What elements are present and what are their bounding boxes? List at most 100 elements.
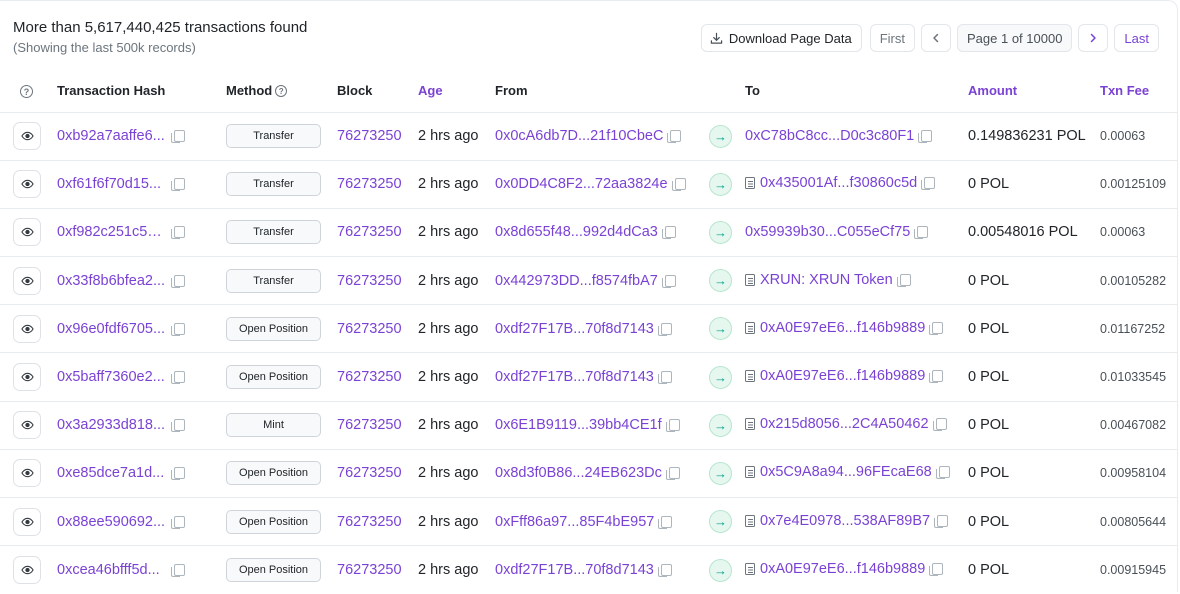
transaction-hash-link[interactable]: 0x33f8b6bfea2... — [57, 273, 167, 289]
col-age[interactable]: Age — [418, 69, 495, 113]
block-link[interactable]: 76273250 — [337, 417, 402, 433]
copy-icon[interactable] — [665, 419, 680, 433]
copy-icon[interactable] — [929, 321, 944, 335]
copy-icon[interactable] — [935, 466, 950, 480]
from-address-link[interactable]: 0x6E1B9119...39bb4CE1f — [495, 417, 662, 433]
from-address-link[interactable]: 0x442973DD...f8574fbA7 — [495, 273, 658, 289]
transaction-hash-link[interactable]: 0xb92a7aaffe6... — [57, 128, 167, 144]
copy-icon[interactable] — [929, 370, 944, 384]
copy-icon[interactable] — [934, 514, 949, 528]
copy-icon[interactable] — [171, 467, 185, 481]
to-address-link[interactable]: 0xA0E97eE6...f146b9889 — [760, 561, 925, 577]
summary: More than 5,617,440,425 transactions fou… — [13, 19, 307, 56]
transaction-hash-link[interactable]: 0x96e0fdf6705... — [57, 321, 167, 337]
from-address-link[interactable]: 0xdf27F17B...70f8d7143 — [495, 321, 654, 337]
copy-icon[interactable] — [657, 322, 672, 336]
arrow-right-icon: → — [709, 317, 732, 341]
prev-page-button[interactable] — [921, 24, 951, 52]
copy-icon[interactable] — [932, 418, 947, 432]
copy-icon[interactable] — [171, 419, 185, 433]
to-address-link[interactable]: 0xA0E97eE6...f146b9889 — [760, 320, 925, 336]
copy-icon[interactable] — [171, 371, 185, 385]
amount-cell: 0 POL — [968, 401, 1100, 450]
copy-icon[interactable] — [914, 226, 929, 240]
copy-icon[interactable] — [918, 130, 933, 144]
to-address-link[interactable]: 0x7e4E0978...538AF89B7 — [760, 513, 930, 529]
copy-icon[interactable] — [171, 178, 185, 192]
block-link[interactable]: 76273250 — [337, 514, 402, 530]
first-page-button[interactable]: First — [869, 24, 915, 52]
last-page-button[interactable]: Last — [1114, 24, 1159, 52]
copy-icon[interactable] — [171, 515, 185, 529]
copy-icon[interactable] — [661, 226, 676, 240]
transaction-hash-link[interactable]: 0x88ee590692... — [57, 514, 167, 530]
transaction-hash-link[interactable]: 0xe85dce7a1d... — [57, 465, 167, 481]
view-details-button[interactable] — [13, 459, 41, 488]
copy-icon[interactable] — [657, 564, 672, 578]
col-txn-fee[interactable]: Txn Fee — [1100, 69, 1178, 113]
method-badge: Open Position — [226, 316, 321, 341]
method-badge: Transfer — [226, 124, 321, 149]
view-details-button[interactable] — [13, 218, 41, 247]
view-details-button[interactable] — [13, 363, 41, 392]
copy-icon[interactable] — [171, 274, 185, 288]
view-details-button[interactable] — [13, 411, 41, 440]
view-details-button[interactable] — [13, 122, 41, 151]
view-details-button[interactable] — [13, 314, 41, 343]
table-row: 0xf982c251c57... Transfer 76273250 2 hrs ag… — [0, 208, 1178, 258]
copy-icon[interactable] — [171, 564, 185, 578]
arrow-right-icon: → — [709, 124, 732, 148]
view-details-button[interactable] — [13, 266, 41, 295]
col-amount[interactable]: Amount — [968, 69, 1100, 113]
from-address-link[interactable]: 0x8d655f48...992d4dCa3 — [495, 224, 658, 240]
next-page-button[interactable] — [1078, 24, 1109, 52]
from-address-link[interactable]: 0x8d3f0B86...24EB623Dc — [495, 465, 662, 481]
copy-icon[interactable] — [929, 563, 944, 577]
transaction-hash-link[interactable]: 0x5baff7360e2... — [57, 369, 167, 385]
block-link[interactable]: 76273250 — [337, 369, 402, 385]
block-link[interactable]: 76273250 — [337, 321, 402, 337]
copy-icon[interactable] — [171, 130, 185, 144]
view-details-button[interactable] — [13, 170, 41, 199]
copy-icon[interactable] — [671, 178, 686, 192]
block-link[interactable]: 76273250 — [337, 273, 402, 289]
help-icon[interactable]: ? — [20, 85, 33, 98]
to-address-link[interactable]: 0x215d8056...2C4A50462 — [760, 416, 929, 432]
copy-icon[interactable] — [171, 322, 185, 336]
copy-icon[interactable] — [665, 467, 680, 481]
transaction-hash-link[interactable]: 0x3a2933d818... — [57, 417, 167, 433]
amount-cell: 0 POL — [968, 497, 1100, 547]
view-details-button[interactable] — [13, 556, 41, 585]
block-link[interactable]: 76273250 — [337, 128, 402, 144]
to-address-link[interactable]: 0x59939b30...C055eCf75 — [745, 224, 910, 240]
copy-icon[interactable] — [171, 226, 185, 240]
transaction-hash-link[interactable]: 0xf982c251c57... — [57, 224, 167, 240]
copy-icon[interactable] — [921, 177, 936, 191]
copy-icon[interactable] — [657, 371, 672, 385]
transaction-hash-link[interactable]: 0xf61f6f70d15... — [57, 176, 167, 192]
from-address-link[interactable]: 0x0DD4C8F2...72aa3824e — [495, 176, 668, 192]
to-address-link[interactable]: 0xA0E97eE6...f146b9889 — [760, 368, 925, 384]
view-details-button[interactable] — [13, 507, 41, 536]
from-address-link[interactable]: 0xdf27F17B...70f8d7143 — [495, 369, 654, 385]
copy-icon[interactable] — [658, 515, 673, 529]
from-address-link[interactable]: 0x0cA6db7D...21f10CbeC — [495, 128, 663, 144]
table-row: 0x88ee590692... Open Position 76273250 2 hr… — [0, 497, 1178, 547]
block-link[interactable]: 76273250 — [337, 562, 402, 578]
to-address-link[interactable]: XRUN: XRUN Token — [760, 272, 893, 288]
block-link[interactable]: 76273250 — [337, 465, 402, 481]
to-address-link[interactable]: 0x5C9A8a94...96FEcaE68 — [760, 464, 932, 480]
to-address-link[interactable]: 0xC78bC8cc...D0c3c80F1 — [745, 128, 914, 144]
download-page-data-button[interactable]: Download Page Data — [700, 24, 862, 52]
page-indicator: Page 1 of 10000 — [957, 24, 1073, 52]
transaction-hash-link[interactable]: 0xcea46bfff5d... — [57, 562, 167, 578]
copy-icon[interactable] — [661, 274, 676, 288]
to-address-link[interactable]: 0x435001Af...f30860c5d — [760, 175, 917, 191]
from-address-link[interactable]: 0xFff86a97...85F4bE957 — [495, 514, 654, 530]
copy-icon[interactable] — [667, 130, 682, 144]
block-link[interactable]: 76273250 — [337, 224, 402, 240]
method-help-icon[interactable]: ? — [275, 85, 288, 98]
copy-icon[interactable] — [896, 273, 911, 287]
block-link[interactable]: 76273250 — [337, 176, 402, 192]
from-address-link[interactable]: 0xdf27F17B...70f8d7143 — [495, 562, 654, 578]
